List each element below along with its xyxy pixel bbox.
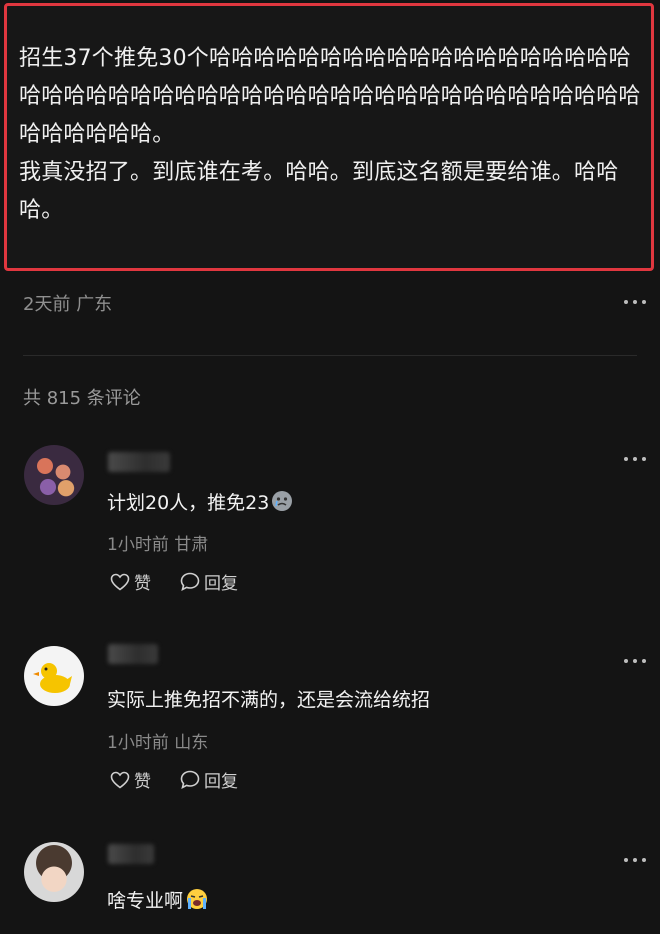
username-blurred[interactable] bbox=[108, 844, 154, 864]
comment-item: 计划20人，推免23 1小时前 甘肃 赞 回复 bbox=[0, 440, 660, 600]
comment-time: 1小时前 bbox=[107, 535, 169, 555]
comment-item: 啥专业啊 bbox=[0, 840, 660, 934]
reply-button[interactable]: 回复 bbox=[180, 767, 238, 792]
comment-text: 实际上推免招不满的，还是会流给统招 bbox=[107, 689, 431, 711]
comment-location: 甘肃 bbox=[174, 535, 209, 555]
heart-icon bbox=[110, 573, 130, 590]
username-blurred[interactable] bbox=[108, 452, 170, 472]
duck-icon bbox=[33, 663, 72, 693]
comment-more-icon[interactable] bbox=[624, 654, 646, 668]
crying-emoji-icon bbox=[271, 490, 293, 517]
comment-location: 山东 bbox=[174, 733, 209, 753]
post-more-icon[interactable] bbox=[624, 295, 646, 309]
comment-text-content: 啥专业啊 bbox=[107, 890, 184, 912]
avatar[interactable] bbox=[24, 842, 84, 902]
heart-icon bbox=[110, 771, 130, 788]
post-time: 2天前 bbox=[23, 294, 71, 315]
crying-emoji-icon bbox=[185, 888, 209, 915]
comment-text: 啥专业啊 bbox=[107, 886, 209, 915]
comment-meta: 1小时前 山东 bbox=[107, 728, 208, 753]
post-meta: 2天前 广东 bbox=[23, 290, 112, 316]
comment-meta: 1小时前 甘肃 bbox=[107, 530, 208, 555]
comment-more-icon[interactable] bbox=[624, 452, 646, 466]
like-label: 赞 bbox=[134, 574, 151, 594]
reply-label: 回复 bbox=[204, 574, 238, 594]
comment-time: 1小时前 bbox=[107, 733, 169, 753]
avatar[interactable] bbox=[24, 646, 84, 706]
divider bbox=[23, 355, 637, 356]
reply-label: 回复 bbox=[204, 772, 238, 792]
avatar[interactable] bbox=[24, 445, 84, 505]
post-text: 招生37个推免30个哈哈哈哈哈哈哈哈哈哈哈哈哈哈哈哈哈哈哈哈哈哈哈哈哈哈哈哈哈哈… bbox=[19, 46, 641, 223]
like-label: 赞 bbox=[134, 772, 151, 792]
comment-more-icon[interactable] bbox=[624, 853, 646, 867]
reply-bubble-icon bbox=[180, 572, 200, 591]
comment-item: 实际上推免招不满的，还是会流给统招 1小时前 山东 赞 回复 bbox=[0, 640, 660, 800]
reply-button[interactable]: 回复 bbox=[180, 569, 238, 594]
comments-count: 共 815 条评论 bbox=[23, 388, 141, 409]
like-button[interactable]: 赞 bbox=[110, 569, 151, 594]
comment-text: 计划20人，推免23 bbox=[107, 488, 293, 517]
like-button[interactable]: 赞 bbox=[110, 767, 151, 792]
comment-text-content: 计划20人，推免23 bbox=[107, 492, 270, 514]
post-location: 广东 bbox=[76, 294, 113, 315]
username-blurred[interactable] bbox=[108, 644, 158, 664]
reply-bubble-icon bbox=[180, 770, 200, 789]
